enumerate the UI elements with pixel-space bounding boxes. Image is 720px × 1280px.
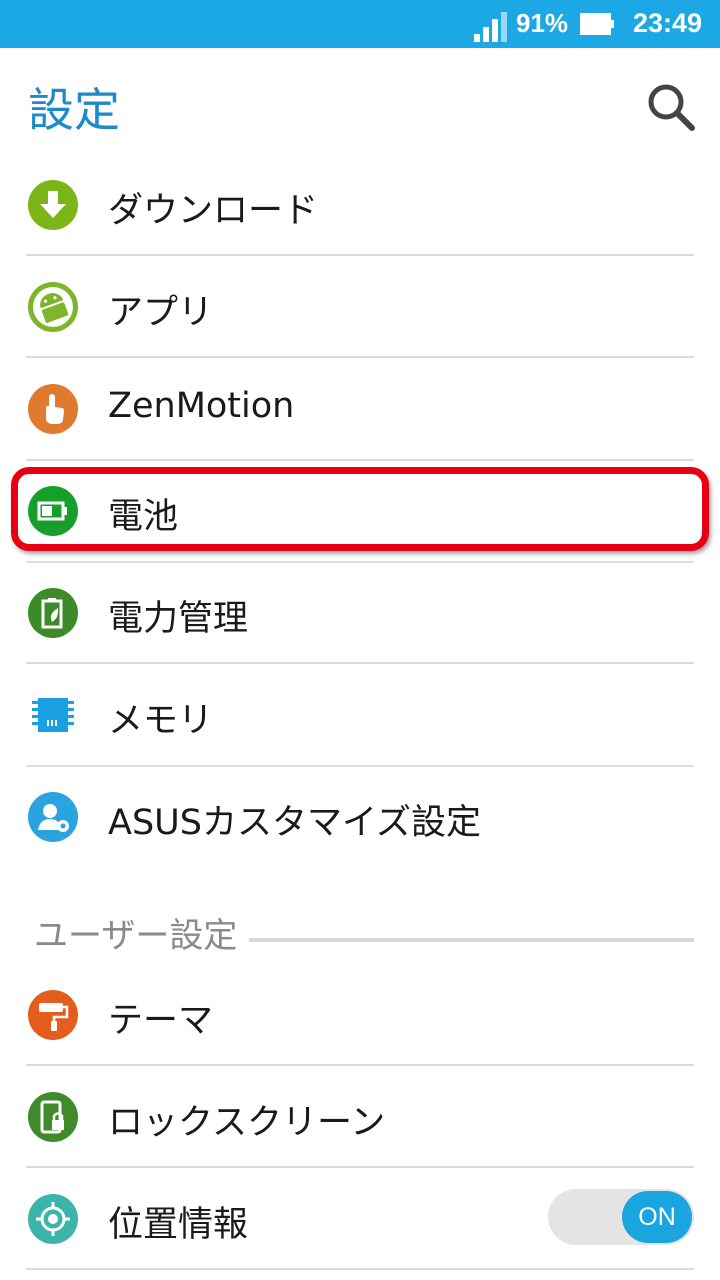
page-title: 設定 xyxy=(28,83,120,137)
settings-item-zenmotion[interactable]: ZenMotion xyxy=(0,358,720,458)
section-header-user-settings: ユーザー設定 xyxy=(0,900,720,957)
location-toggle[interactable]: ON xyxy=(548,1189,694,1245)
section-label: ユーザー設定 xyxy=(34,908,250,957)
status-bar: 91% 23:49 xyxy=(0,0,720,48)
location-icon xyxy=(28,1194,78,1244)
search-icon[interactable] xyxy=(646,82,696,132)
settings-item-apps[interactable]: アプリ xyxy=(0,256,720,356)
app-header: 設定 xyxy=(0,48,720,158)
settings-item-theme[interactable]: テーマ xyxy=(0,964,720,1064)
memory-chip-icon xyxy=(32,698,74,732)
settings-item-asus-customize[interactable]: ASUSカスタマイズ設定 xyxy=(0,766,720,866)
toggle-state: ON xyxy=(622,1191,692,1243)
settings-item-label: ASUSカスタマイズ設定 xyxy=(108,803,481,843)
user-settings-icon xyxy=(28,792,78,842)
settings-item-download[interactable]: ダウンロード xyxy=(0,154,720,254)
settings-item-label: アプリ xyxy=(108,293,214,333)
settings-item-lock-screen[interactable]: ロックスクリーン xyxy=(0,1066,720,1166)
battery-percent: 91% xyxy=(516,8,569,38)
settings-item-label: 電力管理 xyxy=(108,599,249,639)
paint-roller-icon xyxy=(28,990,78,1040)
settings-item-power-management[interactable]: 電力管理 xyxy=(0,562,720,662)
settings-item-label: テーマ xyxy=(108,1001,214,1041)
settings-item-label: 位置情報 xyxy=(108,1205,249,1245)
settings-item-memory[interactable]: メモリ xyxy=(0,664,720,764)
highlight-frame xyxy=(11,467,709,551)
touch-gesture-icon xyxy=(28,384,78,434)
clock: 23:49 xyxy=(633,8,703,38)
power-management-icon xyxy=(28,588,78,638)
settings-item-label: ロックスクリーン xyxy=(108,1103,386,1143)
settings-item-label: ダウンロード xyxy=(108,191,319,231)
lock-screen-icon xyxy=(28,1092,78,1142)
android-icon xyxy=(28,282,78,332)
settings-item-label: メモリ xyxy=(108,701,214,741)
settings-item-label: ZenMotion xyxy=(108,386,295,426)
battery-icon xyxy=(580,13,614,35)
signal-icon xyxy=(474,12,507,42)
download-icon xyxy=(28,180,78,230)
divider xyxy=(26,1268,694,1270)
